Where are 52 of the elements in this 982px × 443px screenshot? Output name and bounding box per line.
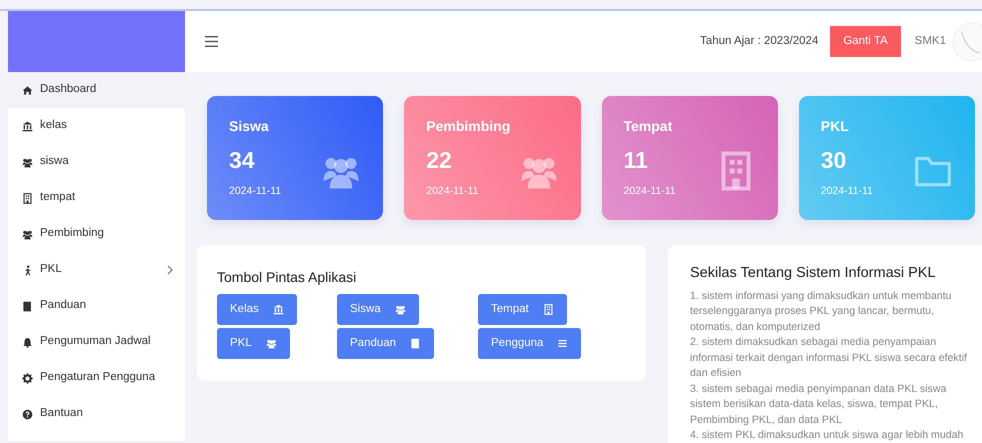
about-text: 2. sistem dimaksudkan sebagai media penyampaian informasi terkait dengan informasi PKL siswa secara efektif dan efisien	[690, 335, 968, 382]
sidebar-item[interactable]: Bantuan	[8, 396, 185, 432]
about-text: 4. sistem PKL dimaksudkan untuk siswa agar lebih mudah	[690, 428, 964, 443]
bank-icon	[22, 120, 33, 132]
sidebar-item[interactable]: Dashboard	[8, 72, 185, 108]
building-icon	[22, 192, 33, 204]
stat-date: 2024-11-11	[820, 184, 873, 198]
stat-date: 2024-11-11	[426, 184, 478, 198]
sidebar-item[interactable]: Pembimbing	[8, 216, 185, 252]
about-text: 1. sistem informasi yang dimaksudkan untuk membantu terselenggaranya proses PKL yang lancar, bermutu, otomatis, dan komputerized	[690, 288, 952, 335]
shortcut-button[interactable]: Panduan	[337, 328, 434, 359]
shortcut-button[interactable]: PKL	[217, 328, 290, 359]
sidebar-item[interactable]: kelas	[8, 108, 185, 144]
bank-icon	[272, 304, 284, 315]
stat-title: PKL	[820, 117, 849, 136]
stat-value: 34	[229, 146, 255, 175]
shortcut-button[interactable]: Kelas	[217, 294, 297, 325]
sidebar-item[interactable]: Panduan	[8, 288, 185, 324]
about-text: 3. sistem sebagai media penyimpanan data PKL siswa sistem berisikan data-data kelas, siswa, tempat PKL, Pembimbing PKL, dan data PKL	[690, 382, 948, 428]
book-icon	[22, 300, 33, 312]
bell-icon	[22, 336, 33, 348]
stat-date: 2024-11-11	[624, 184, 676, 198]
shortcut-button[interactable]: Siswa	[337, 294, 419, 325]
sidebar-item[interactable]: PKL	[8, 252, 185, 288]
users-icon	[22, 156, 33, 168]
shortcut-button[interactable]: Tempat	[478, 294, 567, 325]
users-icon	[22, 228, 33, 240]
shortcut-button[interactable]: Pengguna	[478, 328, 582, 359]
stat-date: 2024-11-11	[229, 184, 282, 198]
sidebar-item[interactable]: tempat	[8, 180, 185, 216]
sidebar-item[interactable]: siswa	[8, 144, 185, 180]
card-title: Tombol Pintas Aplikasi	[217, 268, 358, 287]
menu-icon	[557, 338, 568, 349]
stat-title: Pembimbing	[426, 117, 510, 136]
school-name: SMK1	[914, 34, 946, 49]
sidebar-item[interactable]: Pengaturan Pengguna	[8, 360, 185, 396]
card-title: Sekilas Tentang Sistem Informasi PKL	[690, 264, 937, 283]
stat-value: 30	[820, 146, 846, 175]
building-icon	[542, 304, 554, 315]
settings-icon	[22, 372, 33, 384]
users-icon	[394, 304, 406, 315]
stat-value: 11	[624, 146, 648, 175]
book-icon	[410, 338, 422, 349]
sidebar-item[interactable]: Pengumuman Jadwal	[8, 324, 185, 360]
academic-year-text: Tahun Ajar : 2023/2024	[700, 34, 818, 49]
stat-value: 22	[426, 146, 452, 175]
help-icon	[22, 408, 33, 420]
menu-icon[interactable]	[205, 36, 218, 47]
users-icon	[266, 338, 277, 349]
stat-title: Siswa	[229, 117, 269, 136]
stat-title: Tempat	[624, 117, 672, 136]
home-icon	[22, 84, 33, 96]
